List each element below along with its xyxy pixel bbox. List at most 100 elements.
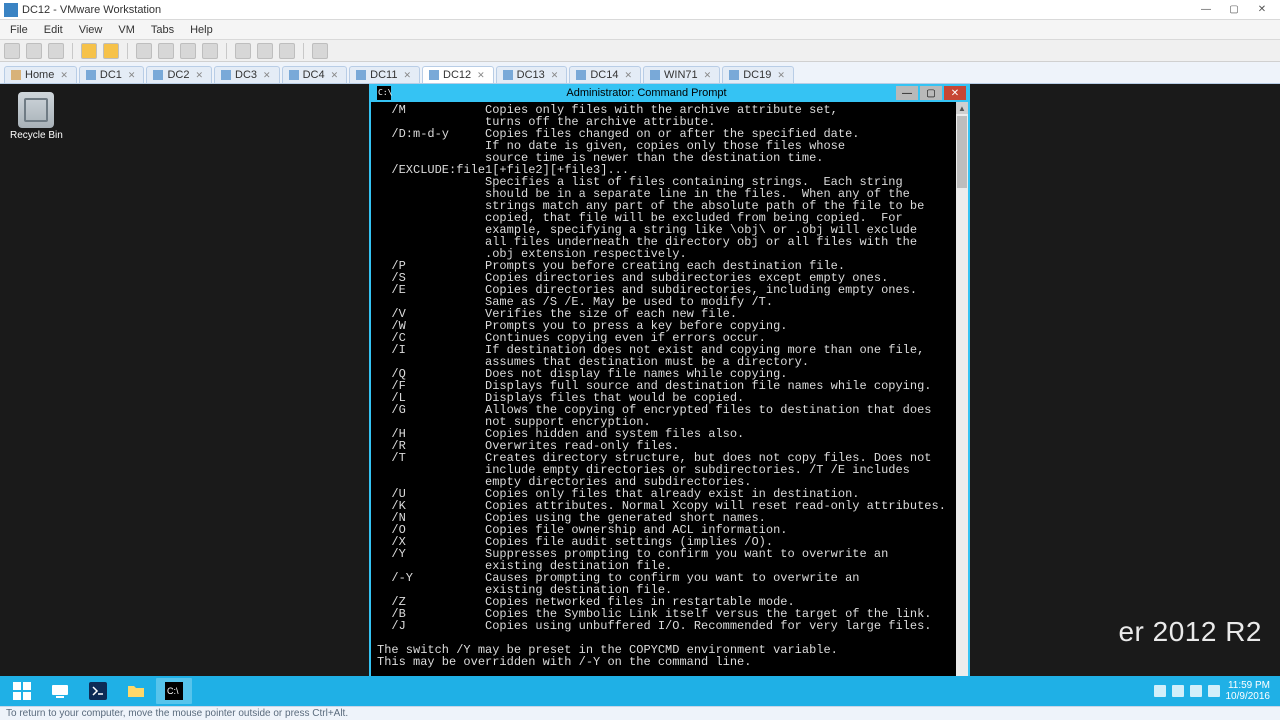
powershell-icon[interactable]: [80, 678, 116, 704]
toolbar-button[interactable]: [279, 43, 295, 59]
toolbar-button[interactable]: [26, 43, 42, 59]
tab-win71[interactable]: WIN71✕: [643, 66, 720, 83]
tab-icon: [289, 70, 299, 80]
tab-dc3[interactable]: DC3 ✕: [214, 66, 280, 83]
close-button[interactable]: ✕: [1248, 2, 1276, 18]
windows-watermark: er 2012 R2: [1118, 616, 1262, 648]
tab-close-icon[interactable]: ✕: [331, 70, 339, 81]
toolbar-play-button[interactable]: [81, 43, 97, 59]
menu-view[interactable]: View: [71, 22, 111, 38]
tab-close-icon[interactable]: ✕: [624, 70, 632, 81]
tab-icon: [429, 70, 439, 80]
tab-close-icon[interactable]: ✕: [263, 70, 271, 81]
tab-dc1[interactable]: DC1 ✕: [79, 66, 145, 83]
toolbar-button[interactable]: [48, 43, 64, 59]
vmware-guest-viewport: Recycle Bin er 2012 R2 Administrator: Co…: [0, 84, 1280, 706]
cmd-taskbar-icon[interactable]: C:\: [156, 678, 192, 704]
cmd-maximize-button[interactable]: ▢: [920, 86, 942, 100]
scroll-up-button[interactable]: ▲: [956, 102, 968, 114]
tray-time: 11:59 PM: [1226, 680, 1271, 691]
toolbar-pause-button[interactable]: [103, 43, 119, 59]
toolbar-button[interactable]: [136, 43, 152, 59]
tab-dc14[interactable]: DC14 ✕: [569, 66, 641, 83]
vmware-tabstrip: Home✕DC1✕DC2✕DC3✕DC4✕DC11✕DC12✕DC13✕DC14…: [0, 62, 1280, 84]
tab-icon: [576, 70, 586, 80]
tab-label: DC1: [100, 69, 122, 81]
guest-taskbar: C:\ 11:59 PM 10/9/2016: [0, 676, 1280, 706]
cmd-title: Administrator: Command Prompt: [397, 87, 896, 99]
toolbar-button[interactable]: [202, 43, 218, 59]
cmd-body[interactable]: /M Copies only files with the archive at…: [371, 102, 968, 694]
vmware-titlebar: DC12 - VMware Workstation — ▢ ✕: [0, 0, 1280, 20]
tab-icon: [11, 70, 21, 80]
tray-icon[interactable]: [1190, 685, 1202, 697]
tray-icon[interactable]: [1154, 685, 1166, 697]
explorer-icon[interactable]: [118, 678, 154, 704]
start-button[interactable]: [4, 678, 40, 704]
toolbar-button[interactable]: [4, 43, 20, 59]
tab-dc4[interactable]: DC4✕: [282, 66, 348, 83]
tab-label: DC3: [235, 69, 257, 81]
tab-label: DC2: [167, 69, 189, 81]
tab-dc19[interactable]: DC19 ✕: [722, 66, 794, 83]
guest-desktop[interactable]: Recycle Bin er 2012 R2 Administrator: Co…: [0, 84, 1280, 706]
cmd-window[interactable]: Administrator: Command Prompt — ▢ ✕ /M C…: [369, 84, 970, 696]
tab-dc11[interactable]: DC11 ✕: [349, 66, 420, 83]
tab-close-icon[interactable]: ✕: [128, 70, 136, 81]
tab-icon: [153, 70, 163, 80]
recycle-bin-label: Recycle Bin: [10, 130, 63, 141]
tab-icon: [729, 70, 739, 80]
tab-icon: [356, 70, 366, 80]
cmd-scrollbar[interactable]: ▲ ▼: [956, 102, 968, 694]
tab-label: DC19: [743, 69, 771, 81]
recycle-bin-icon: [18, 92, 54, 128]
tab-close-icon[interactable]: ✕: [403, 70, 411, 81]
server-manager-icon[interactable]: [42, 678, 78, 704]
tab-close-icon[interactable]: ✕: [777, 70, 785, 81]
vmware-title: DC12 - VMware Workstation: [22, 4, 161, 16]
tab-dc13[interactable]: DC13✕: [496, 66, 568, 83]
vmware-menubar: FileEditViewVMTabsHelp: [0, 20, 1280, 40]
toolbar-button[interactable]: [235, 43, 251, 59]
tab-home[interactable]: Home ✕: [4, 66, 77, 83]
tab-icon: [221, 70, 231, 80]
tab-close-icon[interactable]: ✕: [195, 70, 203, 81]
tray-clock[interactable]: 11:59 PM 10/9/2016: [1226, 680, 1271, 702]
toolbar-button[interactable]: [257, 43, 273, 59]
tab-icon: [503, 70, 513, 80]
menu-vm[interactable]: VM: [110, 22, 143, 38]
system-tray: 11:59 PM 10/9/2016: [1154, 680, 1277, 702]
tab-close-icon[interactable]: ✕: [551, 70, 559, 81]
tab-dc2[interactable]: DC2 ✕: [146, 66, 212, 83]
tab-close-icon[interactable]: ✕: [477, 70, 485, 81]
tab-close-icon[interactable]: ✕: [60, 70, 68, 81]
cmd-output: /M Copies only files with the archive at…: [377, 104, 954, 692]
toolbar-button[interactable]: [312, 43, 328, 59]
scroll-thumb[interactable]: [957, 116, 967, 188]
tab-dc12[interactable]: DC12 ✕: [422, 66, 494, 83]
tray-icon[interactable]: [1172, 685, 1184, 697]
tab-label: DC11: [370, 69, 397, 81]
vmware-logo-icon: [4, 3, 18, 17]
toolbar-button[interactable]: [158, 43, 174, 59]
cmd-close-button[interactable]: ✕: [944, 86, 966, 100]
menu-edit[interactable]: Edit: [36, 22, 71, 38]
vmware-toolbar: [0, 40, 1280, 62]
recycle-bin[interactable]: Recycle Bin: [10, 92, 63, 141]
tab-close-icon[interactable]: ✕: [704, 70, 712, 81]
tab-label: DC12: [443, 69, 471, 81]
menu-tabs[interactable]: Tabs: [143, 22, 182, 38]
menu-help[interactable]: Help: [182, 22, 221, 38]
minimize-button[interactable]: —: [1192, 2, 1220, 18]
maximize-button[interactable]: ▢: [1220, 2, 1248, 18]
cmd-titlebar[interactable]: Administrator: Command Prompt — ▢ ✕: [371, 84, 968, 102]
tab-label: DC14: [590, 69, 618, 81]
vmware-statusbar: To return to your computer, move the mou…: [0, 706, 1280, 720]
cmd-minimize-button[interactable]: —: [896, 86, 918, 100]
svg-text:C:\: C:\: [167, 686, 179, 696]
cmd-icon: [377, 86, 391, 100]
tab-label: Home: [25, 69, 54, 81]
tray-icon[interactable]: [1208, 685, 1220, 697]
toolbar-button[interactable]: [180, 43, 196, 59]
menu-file[interactable]: File: [2, 22, 36, 38]
